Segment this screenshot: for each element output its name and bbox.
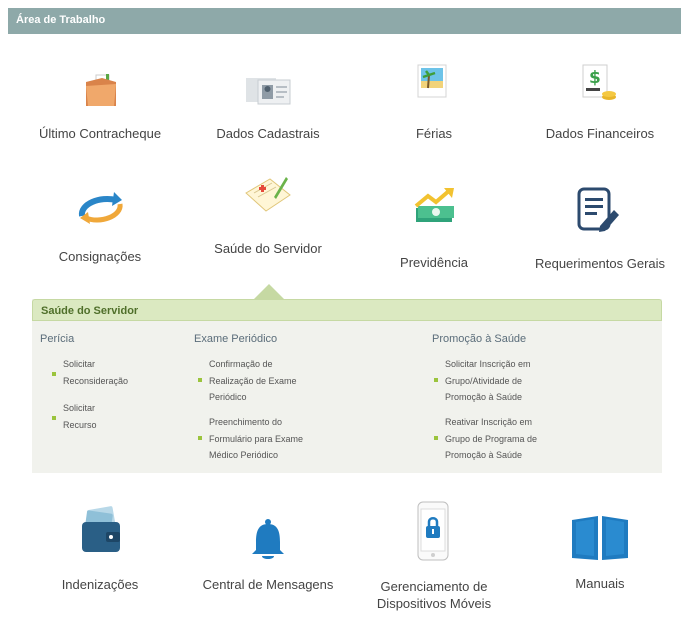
tile-consignacoes[interactable]: Consignações [30,180,170,270]
bullet-icon [198,436,202,440]
tile-label: Férias [415,126,453,141]
tile-label: Consignações [58,249,142,264]
dollar-receipt-icon: $ [582,64,616,100]
svg-text:$: $ [589,68,601,88]
workspace-title: Área de Trabalho [16,14,106,26]
smartphone-lock-icon [417,501,449,561]
tile-indenizacoes[interactable]: Indenizações [30,500,170,600]
workspace-header: Área de Trabalho [8,8,681,34]
link-confirmacao-exame[interactable]: Confirmação de Realização de Exame Perió… [209,356,297,406]
column-title-pericia: Perícia [40,333,75,345]
bullet-icon [52,416,56,420]
medical-clipboard-icon [245,177,291,212]
tile-label: Dados Cadastrais [216,126,320,141]
link-solicitar-reconsideracao[interactable]: Solicitar Reconsideração [63,356,128,389]
tile-ferias[interactable]: Férias [364,60,504,150]
tile-label: Indenizações [61,577,139,592]
column-title-promocao: Promoção à Saúde [432,333,527,345]
open-book-icon [572,516,628,560]
tile-label: Saúde do Servidor [214,241,322,256]
money-growth-icon [414,188,454,222]
document-edit-icon [577,187,619,232]
bullet-icon [52,372,56,376]
tile-ultimo-contracheque[interactable]: Último Contracheque [30,60,170,150]
tile-previdencia[interactable]: Previdência [364,180,504,270]
beach-photo-icon [417,64,447,98]
link-solicitar-recurso[interactable]: Solicitar Recurso [63,400,97,433]
panel-title: Saúde do Servidor [41,305,139,317]
id-card-icon [246,78,291,105]
tile-label-line2: Dispositivos Móveis [376,596,492,611]
link-solicitar-inscricao[interactable]: Solicitar Inscrição em Grupo/Atividade d… [445,356,531,406]
panel-header: Saúde do Servidor [32,299,662,321]
bullet-icon [198,378,202,382]
tile-central-de-mensagens[interactable]: Central de Mensagens [198,500,338,600]
saude-submenu-panel: Saúde do Servidor Perícia Exame Periódic… [32,299,662,473]
bell-icon [252,519,284,559]
tile-manuais[interactable]: Manuais [530,500,670,600]
tile-gerenciamento-dispositivos[interactable]: Gerenciamento de Dispositivos Móveis [364,500,504,611]
exchange-arrows-icon [78,192,123,224]
folder-icon [86,74,116,106]
link-preenchimento-formulario[interactable]: Preenchimento do Formulário para Exame M… [209,414,303,464]
link-reativar-inscricao[interactable]: Reativar Inscrição em Grupo de Programa … [445,414,537,464]
tile-label: Requerimentos Gerais [534,256,666,271]
column-title-exame: Exame Periódico [194,333,278,345]
tile-label: Central de Mensagens [202,577,334,592]
tile-label: Dados Financeiros [545,126,655,141]
tile-label: Manuais [575,576,625,591]
tile-label: Previdência [400,255,468,270]
tile-saude-do-servidor[interactable]: Saúde do Servidor [198,175,338,265]
bullet-icon [434,436,438,440]
wallet-icon [82,506,120,552]
tile-requerimentos-gerais[interactable]: Requerimentos Gerais [530,180,670,271]
tile-dados-financeiros[interactable]: $ Dados Financeiros [530,60,670,150]
tile-dados-cadastrais[interactable]: Dados Cadastrais [198,60,338,150]
panel-pointer [254,284,284,299]
tile-label: Último Contracheque [38,126,162,141]
bullet-icon [434,378,438,382]
tile-label-line1: Gerenciamento de [380,579,488,594]
